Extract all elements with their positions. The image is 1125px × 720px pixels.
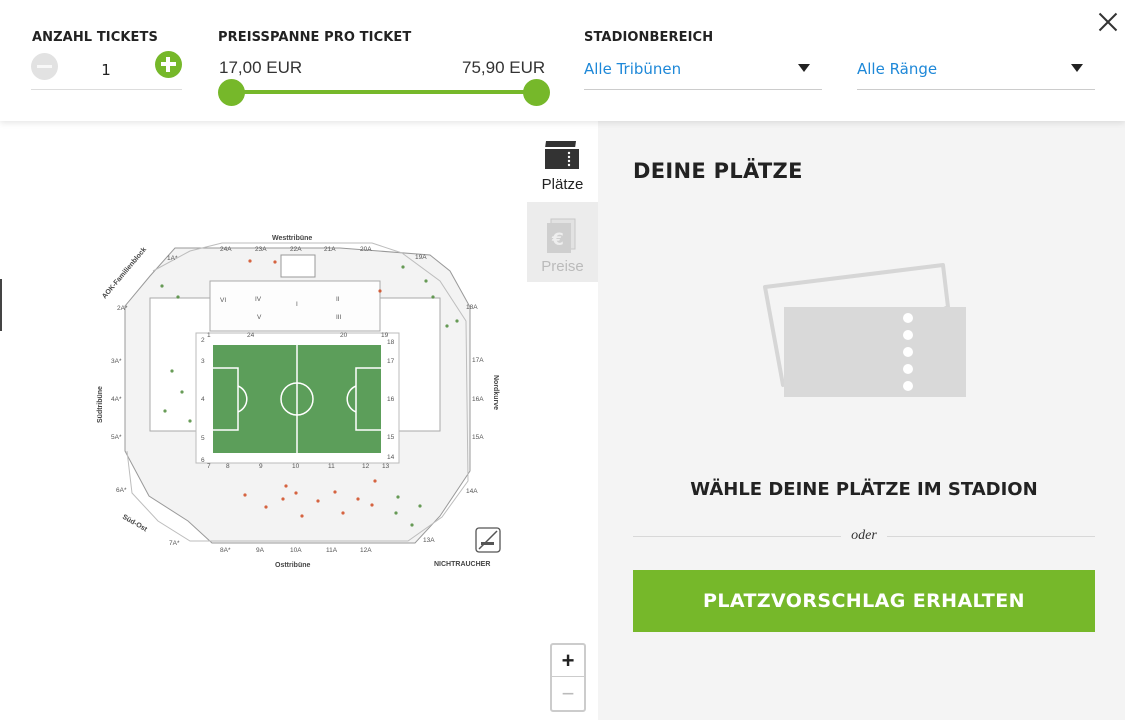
block-1A[interactable]: 1A*	[167, 255, 178, 262]
svg-text:€: €	[551, 230, 564, 250]
no-smoking-icon	[475, 527, 501, 553]
select-seats-prompt: WÄHLE DEINE PLÄTZE IM STADION	[690, 479, 1038, 500]
decrease-tickets-button[interactable]	[31, 53, 58, 80]
block-III[interactable]: III	[336, 314, 342, 321]
tab-seats[interactable]: Plätze	[527, 121, 598, 201]
block-2[interactable]: 2	[201, 337, 205, 344]
block-19[interactable]: 19	[381, 332, 389, 339]
block-9A[interactable]: 9A	[256, 547, 265, 554]
price-min-value: 17,00 EUR	[219, 58, 303, 77]
block-18A[interactable]: 18A	[466, 304, 478, 311]
block-19A[interactable]: 19A	[415, 254, 427, 261]
block-VI[interactable]: VI	[220, 297, 226, 304]
block-16[interactable]: 16	[387, 396, 395, 403]
block-4A[interactable]: 4A*	[111, 396, 122, 403]
block-18[interactable]: 18	[387, 339, 395, 346]
tiers-dropdown-value: Alle Ränge	[857, 60, 938, 78]
tab-seats-label: Plätze	[541, 176, 584, 193]
ticket-count-label: ANZAHL TICKETS	[32, 30, 158, 45]
stands-dropdown[interactable]: Alle Tribünen	[584, 52, 822, 90]
stand-label-south: Südtribüne	[97, 386, 104, 423]
block-12[interactable]: 12	[362, 463, 370, 470]
block-17A[interactable]: 17A	[472, 357, 484, 364]
get-seat-suggestion-button[interactable]: PLATZVORSCHLAG ERHALTEN	[633, 570, 1095, 632]
block-11A[interactable]: 11A	[326, 547, 338, 554]
block-22A[interactable]: 22A	[290, 246, 302, 253]
block-7A[interactable]: 7A*	[169, 540, 180, 547]
divider	[887, 536, 1095, 537]
block-20A[interactable]: 20A	[360, 246, 372, 253]
stadium-map-area: Westtribüne Osttribüne Südtribüne Nordku…	[0, 121, 598, 720]
stadium-area-label: STADIONBEREICH	[584, 30, 714, 45]
seat-selection-panel: DEINE PLÄTZE WÄHLE DEINE PLÄTZE IM STADI…	[598, 121, 1125, 720]
caret-down-icon	[798, 64, 810, 72]
stands-dropdown-value: Alle Tribünen	[584, 60, 682, 78]
block-6[interactable]: 6	[201, 457, 205, 464]
stand-label-east: Osttribüne	[275, 562, 310, 569]
zoom-out-button[interactable]: −	[552, 678, 584, 710]
block-V[interactable]: V	[257, 314, 262, 321]
price-range-label: PREISSPANNE PRO TICKET	[218, 30, 412, 45]
panel-title: DEINE PLÄTZE	[633, 159, 803, 183]
block-24A[interactable]: 24A	[220, 246, 232, 253]
ticket-quantity-value: 1	[101, 61, 111, 79]
block-11[interactable]: 11	[328, 463, 335, 470]
block-20[interactable]: 20	[340, 332, 348, 339]
block-10[interactable]: 10	[292, 463, 300, 470]
divider	[633, 536, 841, 537]
tab-prices[interactable]: € Preise	[527, 202, 598, 282]
block-23A[interactable]: 23A	[255, 246, 267, 253]
block-10A[interactable]: 10A	[290, 547, 302, 554]
price-max-value: 75,90 EUR	[462, 58, 546, 77]
block-8[interactable]: 8	[226, 463, 230, 470]
price-max-handle[interactable]	[523, 79, 550, 106]
block-3A[interactable]: 3A*	[111, 358, 122, 365]
price-range-track	[231, 90, 536, 94]
block-13A[interactable]: 13A	[423, 537, 435, 544]
block-12A[interactable]: 12A	[360, 547, 372, 554]
or-separator: oder	[851, 528, 877, 543]
ticket-quantity-stepper: 1	[31, 50, 182, 90]
tickets-icon	[545, 141, 579, 169]
price-min-handle[interactable]	[218, 79, 245, 106]
block-21A[interactable]: 21A	[324, 246, 336, 253]
block-3[interactable]: 3	[201, 358, 205, 365]
block-5[interactable]: 5	[201, 435, 205, 442]
zoom-in-button[interactable]: +	[552, 645, 584, 677]
block-14A[interactable]: 14A	[466, 488, 478, 495]
block-15A[interactable]: 15A	[472, 434, 484, 441]
euro-icon: €	[547, 218, 576, 253]
block-9[interactable]: 9	[259, 463, 263, 470]
stand-label-southeast: Süd-Ost	[121, 514, 149, 534]
block-4[interactable]: 4	[201, 396, 205, 403]
zoom-control: + −	[550, 643, 586, 712]
ticket-placeholder-icon	[763, 263, 966, 397]
block-24[interactable]: 24	[247, 332, 255, 339]
block-7[interactable]: 7	[207, 463, 211, 470]
caret-down-icon	[1071, 64, 1083, 72]
block-II[interactable]: II	[336, 296, 340, 303]
block-6A[interactable]: 6A*	[116, 487, 127, 494]
stand-label-north: Nordkurve	[492, 375, 499, 410]
close-button[interactable]	[1096, 10, 1120, 34]
filter-bar: ANZAHL TICKETS 1 PREISSPANNE PRO TICKET …	[0, 0, 1125, 121]
tiers-dropdown[interactable]: Alle Ränge	[857, 52, 1095, 90]
block-IV[interactable]: IV	[255, 296, 262, 303]
block-17[interactable]: 17	[387, 358, 395, 365]
stand-label-west: Westtribüne	[272, 235, 312, 242]
block-I[interactable]: I	[296, 301, 298, 308]
block-16A[interactable]: 16A	[472, 396, 484, 403]
block-13[interactable]: 13	[382, 463, 390, 470]
block-8A[interactable]: 8A*	[220, 547, 231, 554]
increase-tickets-button[interactable]	[155, 51, 182, 78]
block-1[interactable]: 1	[207, 332, 211, 339]
stadium-map[interactable]: Westtribüne Osttribüne Südtribüne Nordku…	[0, 121, 598, 720]
tab-prices-label: Preise	[541, 258, 584, 275]
block-14[interactable]: 14	[387, 454, 395, 461]
block-15[interactable]: 15	[387, 434, 395, 441]
block-2A[interactable]: 2A*	[117, 305, 128, 312]
block-5A[interactable]: 5A*	[111, 434, 122, 441]
non-smoking-label: NICHTRAUCHER	[434, 561, 490, 568]
